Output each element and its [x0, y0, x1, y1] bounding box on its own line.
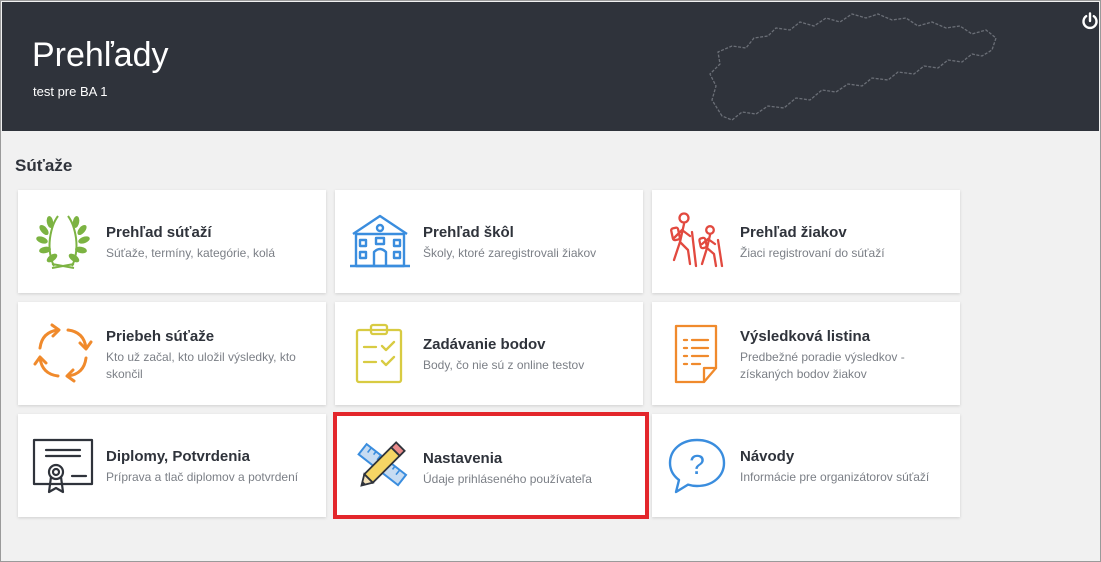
card-description: Body, čo nie sú z online testov: [423, 358, 585, 372]
card-priebeh-sutaze[interactable]: Priebeh súťaže Kto už začal, kto uložil …: [18, 302, 326, 405]
card-title: Zadávanie bodov: [423, 336, 546, 353]
refresh-arrows-icon: [30, 320, 96, 386]
card-title: Nastavenia: [423, 450, 503, 467]
card-description: Školy, ktoré zaregistrovali žiakov: [423, 246, 597, 260]
card-title: Výsledková listina: [740, 328, 871, 345]
document-list-icon: [664, 320, 730, 386]
card-diplomy-potvrdenia[interactable]: Diplomy, Potvrdenia Príprava a tlač dipl…: [18, 414, 326, 517]
page-title: Prehľady: [32, 36, 169, 74]
page-header: Prehľady test pre BA 1: [2, 2, 1099, 131]
card-description: Súťaže, termíny, kategórie, kolá: [106, 246, 276, 260]
card-prehlad-sutazi[interactable]: Prehľad súťaží Súťaže, termíny, kategóri…: [18, 190, 326, 293]
laurel-wreath-icon: [30, 208, 96, 274]
power-icon[interactable]: [1080, 11, 1100, 31]
card-title: Prehľad súťaží: [106, 224, 212, 241]
card-title: Prehľad žiakov: [740, 224, 847, 241]
page-subtitle: test pre BA 1: [33, 84, 108, 99]
card-title: Diplomy, Potvrdenia: [106, 448, 250, 465]
hikers-icon: [664, 208, 730, 274]
card-title: Priebeh súťaže: [106, 328, 215, 345]
card-prehlad-skol[interactable]: Prehľad škôl Školy, ktoré zaregistrovali…: [335, 190, 643, 293]
slovakia-map-outline: [709, 13, 997, 121]
card-prehlad-ziakov[interactable]: Prehľad žiakov Žiaci registrovaní do súť…: [652, 190, 960, 293]
question-bubble-icon: ?: [664, 432, 730, 498]
card-description: Predbežné poradie výsledkov - získaných …: [740, 350, 905, 381]
ruler-pencil-icon: [349, 432, 415, 498]
card-vysledkova-listina[interactable]: Výsledková listina Predbežné poradie výs…: [652, 302, 960, 405]
card-navody[interactable]: ? Návody Informácie pre organizátorov sú…: [652, 414, 960, 517]
card-description: Žiaci registrovaní do súťaží: [740, 246, 885, 260]
card-description: Kto už začal, kto uložil výsledky, kto s…: [106, 350, 296, 381]
card-description: Príprava a tlač diplomov a potvrdení: [106, 470, 299, 484]
card-description: Údaje prihláseného používateľa: [423, 472, 592, 486]
card-description: Informácie pre organizátorov súťaží: [740, 470, 930, 484]
svg-text:?: ?: [689, 449, 705, 480]
card-title: Návody: [740, 448, 795, 465]
school-building-icon: [347, 208, 413, 274]
card-nastavenia[interactable]: Nastavenia Údaje prihláseného používateľ…: [333, 412, 649, 519]
section-title: Súťaže: [15, 156, 73, 175]
clipboard-checklist-icon: [347, 320, 413, 386]
card-title: Prehľad škôl: [423, 224, 514, 241]
certificate-icon: [30, 432, 96, 498]
app-window: Prehľady test pre BA 1 Súťaže Prehľad sú…: [0, 0, 1101, 562]
card-zadavanie-bodov[interactable]: Zadávanie bodov Body, čo nie sú z online…: [335, 302, 643, 405]
